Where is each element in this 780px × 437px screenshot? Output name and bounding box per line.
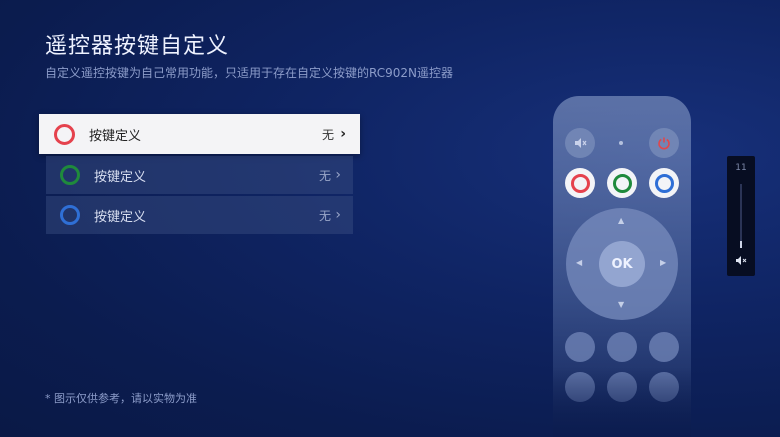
speaker-muted-icon	[565, 128, 595, 158]
remote-green-button	[607, 168, 637, 198]
volume-track	[740, 184, 742, 248]
volume-indicator: 11	[727, 156, 755, 276]
key-definition-value: 无	[318, 208, 331, 223]
remote-button	[565, 332, 595, 362]
remote-button	[607, 332, 637, 362]
key-definition-value: 无	[318, 168, 331, 183]
remote-button	[649, 332, 679, 362]
key-definition-label: 按键定义	[94, 169, 147, 185]
chevron-right-icon: ›	[335, 207, 341, 223]
volume-muted-icon	[727, 256, 755, 268]
arrow-up-icon: ▲	[618, 216, 625, 225]
ok-button: OK	[599, 241, 645, 287]
remote-illustration: ▲ ▼ ◀ ▶ OK	[553, 96, 691, 437]
power-icon	[649, 128, 679, 158]
key-definition-label: 按键定义	[89, 128, 142, 144]
red-ring-icon	[54, 123, 75, 145]
green-ring-icon	[60, 165, 80, 185]
key-definition-item-red[interactable]: 按键定义 无 ›	[39, 114, 360, 154]
indicator-dot	[619, 141, 623, 145]
key-definition-list: 按键定义 无 › 按键定义 无 › 按键定义 无 ›	[39, 114, 360, 236]
key-definition-label: 按键定义	[94, 209, 147, 225]
chevron-right-icon: ›	[340, 126, 346, 142]
arrow-left-icon: ◀	[576, 258, 583, 267]
volume-level: 11	[735, 163, 747, 173]
key-definition-item-blue[interactable]: 按键定义 无 ›	[46, 196, 353, 234]
remote-fade	[553, 367, 691, 437]
chevron-right-icon: ›	[335, 167, 341, 183]
page-subtitle: 自定义遥控按键为自己常用功能，只适用于存在自定义按键的RC902N遥控器	[45, 66, 454, 80]
footnote: * 图示仅供参考，请以实物为准	[45, 392, 197, 405]
remote-blue-button	[649, 168, 679, 198]
arrow-right-icon: ▶	[660, 258, 667, 267]
key-definition-value: 无	[321, 127, 334, 142]
remote-red-button	[565, 168, 595, 198]
page-title: 遥控器按键自定义	[45, 34, 230, 59]
arrow-down-icon: ▼	[618, 300, 625, 309]
volume-fill	[740, 240, 742, 248]
blue-ring-icon	[60, 205, 80, 225]
key-definition-item-green[interactable]: 按键定义 无 ›	[46, 156, 353, 194]
